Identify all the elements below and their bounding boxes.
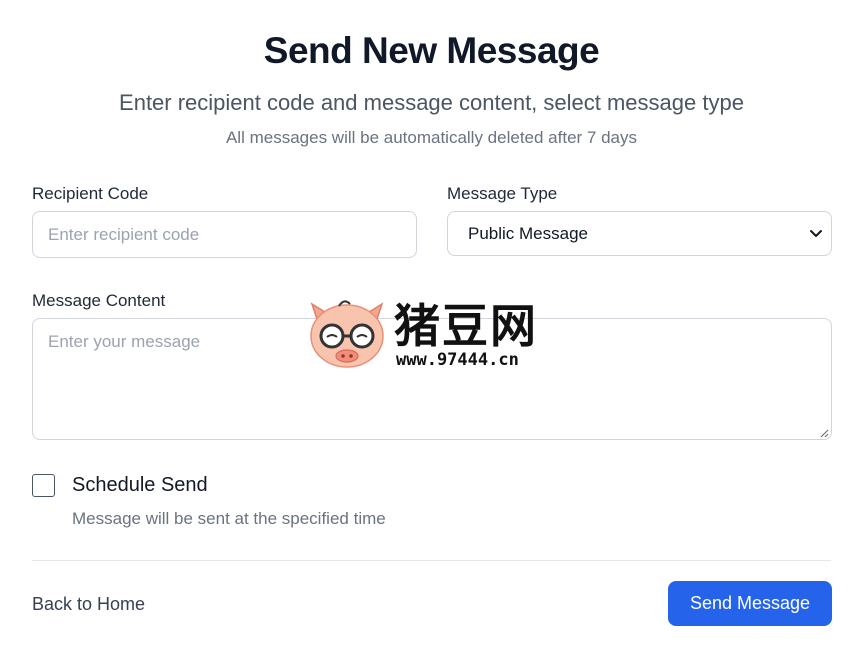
recipient-code-label: Recipient Code [32, 184, 149, 203]
page-subtitle: Enter recipient code and message content… [119, 90, 744, 115]
retention-note: All messages will be automatically delet… [225, 128, 638, 147]
message-type-select[interactable]: Public Message [447, 211, 832, 256]
message-content-label: Message Content [32, 291, 166, 310]
schedule-send-checkbox[interactable] [32, 474, 55, 497]
resize-grip-icon[interactable] [819, 428, 829, 438]
message-type-selected-value: Public Message [468, 223, 589, 243]
pig-logo-icon [310, 300, 384, 368]
schedule-send-help: Message will be sent at the specified ti… [72, 509, 386, 528]
watermark-brand: 猪豆网 [394, 299, 538, 353]
back-to-home-link[interactable]: Back to Home [32, 594, 145, 615]
recipient-code-input[interactable] [32, 211, 417, 258]
schedule-send-label[interactable]: Schedule Send [72, 474, 208, 497]
footer-divider [32, 560, 831, 561]
send-message-button[interactable]: Send Message [668, 581, 832, 626]
message-type-label: Message Type [447, 184, 558, 203]
watermark-url: www.97444.cn [396, 350, 519, 370]
watermark: 猪豆网 www.97444.cn [306, 292, 568, 372]
chevron-down-icon [810, 230, 822, 237]
page-title: Send New Message [263, 30, 600, 71]
